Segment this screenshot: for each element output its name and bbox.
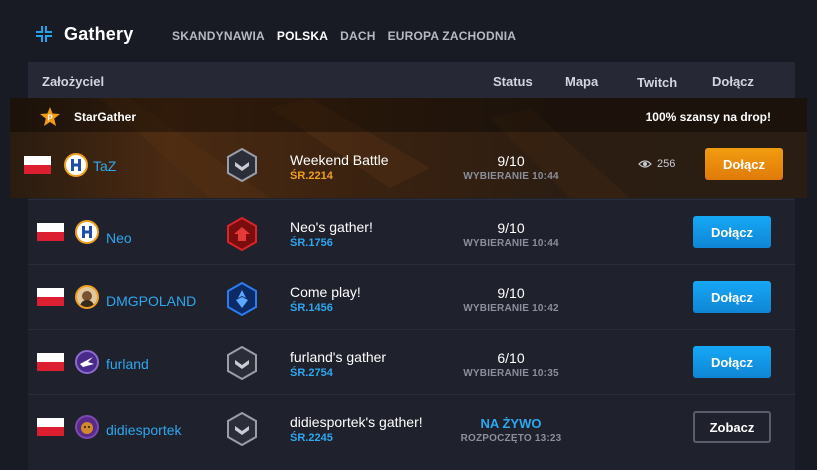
header-founder: Założyciel xyxy=(42,74,105,89)
player-count: 6/10 xyxy=(497,350,525,366)
table-header: Założyciel Status Mapa Twitch Dołącz xyxy=(28,62,795,100)
avatar xyxy=(64,153,88,177)
poland-flag-icon xyxy=(24,156,51,174)
header-twitch: Twitch xyxy=(637,75,678,90)
player-count: 9/10 xyxy=(497,285,525,301)
avatar xyxy=(75,285,99,309)
nav-item-dach[interactable]: DACH xyxy=(340,29,375,43)
promo-brand: StarGather xyxy=(74,110,137,124)
avatar xyxy=(75,220,99,244)
avatar-mascot-icon xyxy=(81,422,93,434)
avatar-hawk-icon xyxy=(80,357,94,367)
gather-phase: WYBIERANIE 10:42 xyxy=(463,303,559,314)
gather-started: ROZPOCZĘTO 13:23 xyxy=(460,433,562,444)
skill-rating: ŚR.2245 xyxy=(290,432,333,444)
avatar-h-logo-icon xyxy=(71,159,81,171)
gathery-logo-icon xyxy=(33,23,55,45)
promo-drop-text: 100% szansy na drop! xyxy=(645,110,771,124)
join-button[interactable]: Dołącz xyxy=(693,216,771,248)
gather-phase: WYBIERANIE 10:35 xyxy=(463,368,559,379)
founder-username[interactable]: Neo xyxy=(106,230,132,246)
founder-username[interactable]: didiesportek xyxy=(106,422,182,438)
poland-flag-icon xyxy=(37,353,64,371)
avatar xyxy=(75,415,99,439)
rank-badge-icon xyxy=(227,217,257,251)
skill-rating: ŚR.1756 xyxy=(290,237,333,249)
player-count: 9/10 xyxy=(497,220,525,236)
table-row[interactable]: didiesportek didiesportek's gather! ŚR.2… xyxy=(28,394,795,458)
gather-title: didiesportek's gather! xyxy=(290,414,423,430)
poland-flag-icon xyxy=(37,418,64,436)
join-button[interactable]: Dołącz xyxy=(705,148,783,180)
gather-title: furland's gather xyxy=(290,349,387,365)
nav-item-polska[interactable]: POLSKA xyxy=(277,29,328,43)
poland-flag-icon xyxy=(37,223,64,241)
region-nav: SKANDYNAWIA POLSKA DACH EUROPA ZACHODNIA xyxy=(172,29,516,43)
avatar-face-icon xyxy=(80,291,94,307)
nav-item-skandynawia[interactable]: SKANDYNAWIA xyxy=(172,29,265,43)
table-row[interactable]: furland furland's gather ŚR.2754 6/10 WY… xyxy=(28,329,795,393)
live-status: NA ŻYWO xyxy=(480,416,542,431)
gather-phase: WYBIERANIE 10:44 xyxy=(463,171,559,182)
gather-title: Neo's gather! xyxy=(290,219,373,235)
table-row[interactable]: TaZ Weekend Battle ŚR.2214 9/10 WYBIERAN… xyxy=(10,133,807,197)
app-name: Gathery xyxy=(64,23,134,44)
top-bar: Gathery SKANDYNAWIA POLSKA DACH EUROPA Z… xyxy=(0,0,817,62)
skill-rating: ŚR.2214 xyxy=(290,170,333,182)
founder-username[interactable]: TaZ xyxy=(93,158,116,174)
rank-badge-icon xyxy=(227,346,257,380)
app-logo[interactable]: Gathery xyxy=(32,22,133,46)
eye-icon xyxy=(638,160,652,168)
rank-badge-icon xyxy=(227,148,257,182)
gather-title: Come play! xyxy=(290,284,361,300)
viewer-count: 256 xyxy=(657,158,676,170)
watch-button[interactable]: Zobacz xyxy=(693,411,771,443)
player-count: 9/10 xyxy=(497,153,525,169)
gather-phase: WYBIERANIE 10:44 xyxy=(463,238,559,249)
header-map: Mapa xyxy=(565,74,599,89)
join-button[interactable]: Dołącz xyxy=(693,281,771,313)
twitch-viewers[interactable]: 256 xyxy=(638,158,675,170)
avatar-h-logo-icon xyxy=(82,226,92,238)
header-status: Status xyxy=(493,74,533,89)
founder-username[interactable]: furland xyxy=(106,356,149,372)
table-row[interactable]: DMGPOLAND Come play! ŚR.1456 9/10 WYBIER… xyxy=(28,264,795,328)
rank-badge-icon xyxy=(227,412,257,446)
table-row[interactable]: Neo Neo's gather! ŚR.1756 9/10 WYBIERANI… xyxy=(28,199,795,263)
svg-text:P: P xyxy=(47,114,53,123)
skill-rating: ŚR.2754 xyxy=(290,367,333,379)
avatar xyxy=(75,350,99,374)
rank-badge-icon xyxy=(227,282,257,316)
skill-rating: ŚR.1456 xyxy=(290,302,333,314)
stargather-logo-icon: P xyxy=(40,107,60,126)
nav-item-europa-zachodnia[interactable]: EUROPA ZACHODNIA xyxy=(388,29,517,43)
poland-flag-icon xyxy=(37,288,64,306)
gather-title: Weekend Battle xyxy=(290,152,389,168)
join-button[interactable]: Dołącz xyxy=(693,346,771,378)
founder-username[interactable]: DMGPOLAND xyxy=(106,293,196,309)
header-join: Dołącz xyxy=(712,74,754,89)
